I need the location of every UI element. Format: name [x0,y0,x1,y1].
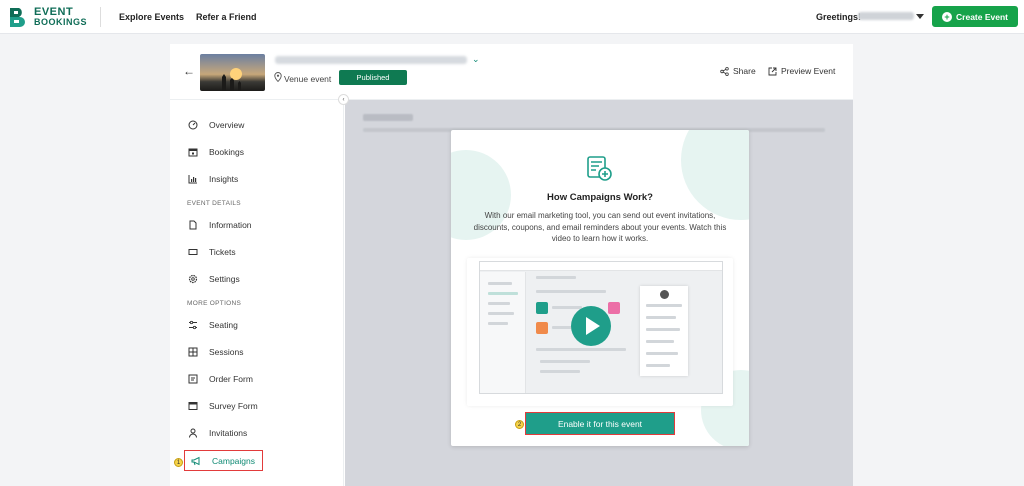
create-event-label: Create Event [956,11,1008,22]
sidebar-item-survey-form[interactable]: Survey Form [188,399,258,413]
sidebar-item-order-form[interactable]: Order Form [188,372,253,386]
sidebar-item-label: Invitations [209,428,248,438]
sidebar-item-insights[interactable]: Insights [188,172,238,186]
sidebar-item-label: Order Form [209,374,253,384]
survey-icon [188,401,198,411]
tutorial-video[interactable] [467,258,733,406]
sidebar-item-seating[interactable]: Seating [188,318,238,332]
grid-icon [188,347,198,357]
share-icon [720,66,729,76]
gauge-icon [188,120,198,130]
refer-friend-link[interactable]: Refer a Friend [196,12,257,22]
sidebar-item-invitations[interactable]: Invitations [188,426,247,440]
event-dashboard-card: ← ⌄ Venue event Published Share Preview … [170,44,853,486]
modal-title: How Campaigns Work? [547,192,653,203]
person-icon [188,428,198,438]
video-line [488,302,510,305]
nav-divider [100,7,101,27]
sidebar-item-information[interactable]: Information [188,218,252,232]
enable-campaigns-button[interactable]: Enable it for this event [525,412,675,435]
sidebar-item-bookings[interactable]: Bookings [188,145,244,159]
gear-icon [188,274,198,284]
megaphone-icon [191,456,201,466]
sidebar-item-tickets[interactable]: Tickets [188,245,236,259]
sidebar-item-label: Insights [209,174,239,184]
sidebar-item-label: Information [209,220,252,230]
event-title-blurred [275,56,467,64]
external-link-icon [768,67,777,75]
sidebar-item-settings[interactable]: Settings [188,272,240,286]
calendar-icon [188,147,198,157]
video-profile-panel [640,286,688,376]
location-pin-icon [274,72,282,84]
video-tile [608,302,620,314]
form-icon [188,374,198,384]
modal-description: With our email marketing tool, you can s… [473,211,727,243]
share-button[interactable]: Share [720,66,756,76]
chevron-down-icon[interactable]: ⌄ [472,54,480,65]
caret-down-icon[interactable] [916,14,924,19]
decorative-blob [681,130,749,220]
campaign-add-icon [585,154,613,182]
sidebar-item-label: Sessions [209,347,244,357]
logo-mark-icon [8,6,30,28]
step-badge-2: 2 [515,420,524,429]
share-label: Share [733,66,756,76]
collapse-sidebar-icon[interactable]: ‹ [338,94,349,105]
top-navbar: EVENT BOOKINGS Explore Events Refer a Fr… [0,0,1024,34]
video-line [488,282,512,285]
video-line [536,276,576,279]
step-badge-1: 1 [174,458,183,467]
section-event-details: EVENT DETAILS [187,200,241,207]
sidebar-item-label: Overview [209,120,245,130]
sidebar-item-label: Campaigns [212,455,255,466]
create-event-button[interactable]: + Create Event [932,6,1018,27]
sidebar-item-label: Survey Form [209,401,258,411]
video-tile [536,302,548,314]
campaigns-content-overlay: How Campaigns Work? With our email marke… [345,100,853,486]
event-thumbnail [200,54,265,91]
video-line [536,290,606,293]
logo-line-2: BOOKINGS [34,17,88,27]
video-line [552,306,582,309]
status-badge[interactable]: Published [339,70,407,85]
event-bookings-logo[interactable]: EVENT BOOKINGS [8,6,87,28]
video-sidebar [480,272,526,393]
sidebar-item-label: Seating [209,320,238,330]
plus-icon: + [942,11,953,22]
sidebar-item-label: Bookings [209,147,244,157]
video-tile [536,322,548,334]
video-line [488,292,518,295]
explore-events-link[interactable]: Explore Events [119,12,184,22]
video-line [540,370,580,373]
video-line [488,312,514,315]
ticket-icon [188,247,198,257]
document-icon [188,220,198,230]
sliders-icon [188,320,198,330]
preview-event-button[interactable]: Preview Event [768,66,835,76]
background-title-blurred [363,114,413,121]
greeting-label: Greetings! [816,12,862,22]
video-topbar [480,262,722,271]
user-name-blurred[interactable] [858,12,914,20]
video-line [540,360,590,363]
event-header: ← ⌄ Venue event Published Share Preview … [170,44,853,100]
section-more-options: MORE OPTIONS [187,300,242,307]
sidebar-item-campaigns[interactable]: Campaigns [184,450,263,471]
sidebar-item-overview[interactable]: Overview [188,118,244,132]
logo-line-1: EVENT [34,6,74,18]
sidebar-item-sessions[interactable]: Sessions [188,345,244,359]
preview-event-label: Preview Event [781,66,836,76]
sidebar-item-label: Settings [209,274,240,284]
play-icon[interactable] [571,306,611,346]
bar-chart-icon [188,174,198,184]
video-line [488,322,508,325]
sidebar-item-label: Tickets [209,247,236,257]
venue-type-label: Venue event [284,74,332,84]
how-campaigns-work-modal: How Campaigns Work? With our email marke… [451,130,749,446]
back-arrow-icon[interactable]: ← [183,64,195,78]
video-line [536,348,626,351]
event-sidebar: ‹ Overview Bookings Insights EVENT DETAI… [170,94,349,486]
